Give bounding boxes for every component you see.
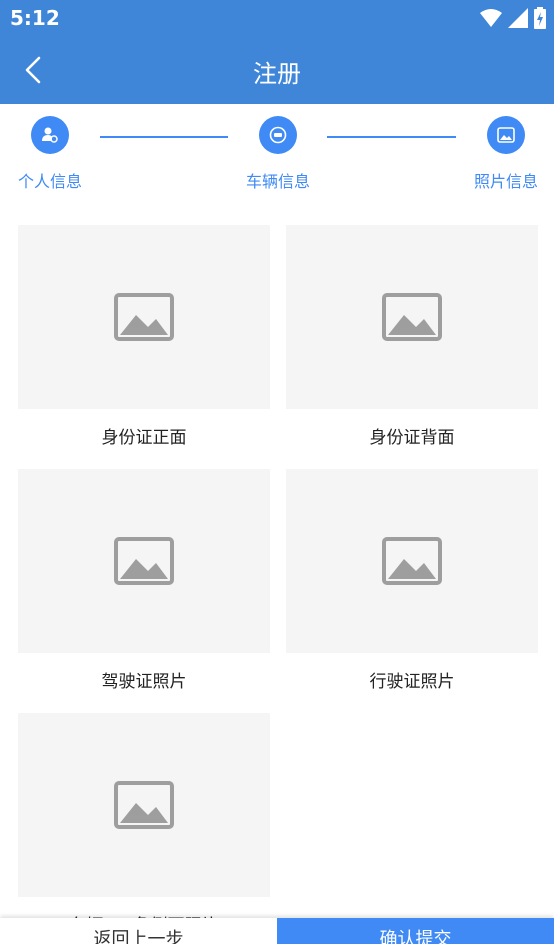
photo-upload-area[interactable] <box>18 469 270 653</box>
photo-card-id-front: 身份证正面 <box>18 225 270 448</box>
image-placeholder-icon <box>114 537 174 585</box>
step-connector-line <box>100 136 228 138</box>
image-placeholder-icon <box>382 293 442 341</box>
status-time: 5:12 <box>10 6 60 30</box>
page-title: 注册 <box>253 60 301 88</box>
photo-upload-area[interactable] <box>286 225 538 409</box>
image-placeholder-icon <box>114 293 174 341</box>
app-bar: 注册 <box>0 36 554 104</box>
vehicle-icon <box>259 116 297 154</box>
photo-caption: 身份证背面 <box>369 428 455 448</box>
photo-upload-area[interactable] <box>18 225 270 409</box>
photo-card-vehicle-side: 车辆45°角侧面照片 <box>18 713 270 936</box>
submit-button[interactable]: 确认提交 <box>277 918 554 944</box>
photo-caption: 身份证正面 <box>101 428 187 448</box>
photo-card-vehicle-license: 行驶证照片 <box>286 469 538 692</box>
photo-caption: 行驶证照片 <box>369 672 455 692</box>
photo-card-id-back: 身份证背面 <box>286 225 538 448</box>
photo-upload-area[interactable] <box>286 469 538 653</box>
signal-icon <box>508 8 528 28</box>
step-vehicle-info: 车辆信息 <box>238 116 318 192</box>
image-placeholder-icon <box>114 781 174 829</box>
photo-card-driver-license: 驾驶证照片 <box>18 469 270 692</box>
photo-upload-area[interactable] <box>18 713 270 897</box>
status-bar: 5:12 <box>0 0 554 36</box>
battery-icon <box>534 7 546 29</box>
step-indicator: 个人信息 车辆信息 照片信息 <box>0 104 554 204</box>
step-label: 个人信息 <box>17 172 82 191</box>
status-icons <box>480 7 546 29</box>
step-label: 照片信息 <box>473 172 538 191</box>
step-personal-info: 个人信息 <box>10 116 90 192</box>
wifi-icon <box>480 9 502 27</box>
step-connector-line <box>327 136 456 138</box>
image-icon <box>487 116 525 154</box>
image-placeholder-icon <box>382 537 442 585</box>
photo-caption: 驾驶证照片 <box>101 672 187 692</box>
step-label: 车辆信息 <box>245 172 310 191</box>
bottom-action-bar: 返回上一步 确认提交 <box>0 918 554 944</box>
step-photo-info: 照片信息 <box>466 116 546 192</box>
person-icon <box>31 116 69 154</box>
previous-step-button[interactable]: 返回上一步 <box>0 918 277 944</box>
